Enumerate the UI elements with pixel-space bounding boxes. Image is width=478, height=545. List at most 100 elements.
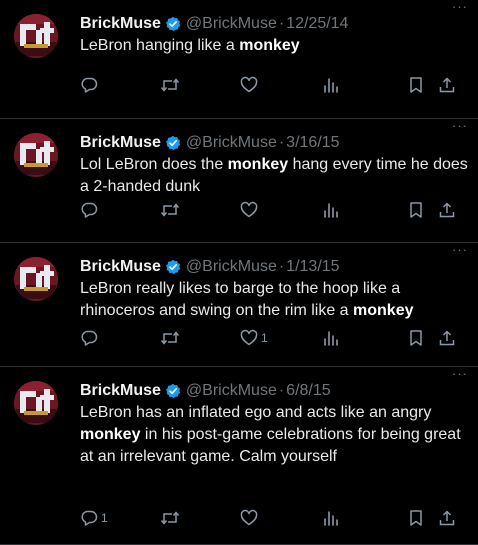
tweet-text-before: LeBron has an inflated ego and acts like… [80,404,432,421]
more-options-icon[interactable]: ··· [452,119,468,133]
avatar[interactable] [14,257,58,301]
avatar[interactable] [14,133,58,177]
bookmark-icon [410,510,422,526]
verified-badge-icon [165,135,181,151]
tweet-text: LeBron has an inflated ego and acts like… [80,402,470,468]
like-icon [240,201,258,218]
display-name[interactable]: BrickMuse [80,258,161,276]
retweet-button[interactable] [160,327,180,349]
user-handle[interactable]: @BrickMuse [186,15,277,33]
tweet[interactable]: BrickMuse @BrickMuse · 6/8/15 ··· LeBron… [0,367,478,545]
display-name[interactable]: BrickMuse [80,134,161,152]
reply-button[interactable] [80,327,101,349]
highlighted-word: monkey [227,156,289,173]
reply-icon [81,330,98,346]
date-separator: · [278,382,285,399]
action-bar: 1 [80,507,470,529]
display-name[interactable]: BrickMuse [80,15,161,33]
reply-icon [81,202,98,218]
user-handle[interactable]: @BrickMuse [186,382,277,400]
highlighted-word: monkey [239,37,300,54]
retweet-button[interactable] [160,507,180,529]
highlighted-word: monkey [353,302,414,319]
share-button[interactable] [438,199,456,221]
tweet-header: BrickMuse @BrickMuse · 12/25/14 [80,13,468,35]
verified-badge-icon [165,259,181,275]
like-icon [240,76,258,93]
tweet[interactable]: BrickMuse @BrickMuse · 1/13/15 ··· LeBro… [0,243,478,367]
reply-button[interactable] [80,199,101,221]
share-icon [439,330,455,346]
retweet-icon [160,511,180,525]
views-icon [324,511,338,526]
share-icon [439,510,455,526]
bookmark-icon [410,330,422,346]
share-icon [439,202,455,218]
views-button[interactable] [323,507,339,529]
bookmark-icon [410,77,422,93]
retweet-icon [160,331,180,345]
more-options-icon[interactable]: ··· [452,243,468,257]
bookmark-button[interactable] [408,74,424,96]
action-bar [80,199,470,221]
retweet-button[interactable] [160,199,180,221]
reply-count: 1 [101,511,108,525]
like-button[interactable]: 1 [240,327,268,349]
date-separator: · [278,15,285,32]
like-button[interactable] [240,199,261,221]
user-handle[interactable]: @BrickMuse [186,258,277,276]
tweet-text: LeBron really likes to barge to the hoop… [80,278,470,322]
tweet-text-before: Lol LeBron does the [80,156,228,173]
tweet-date[interactable]: 6/8/15 [286,382,330,400]
retweet-button[interactable] [160,74,180,96]
share-button[interactable] [438,507,456,529]
share-button[interactable] [438,74,456,96]
tweet-text: LeBron hanging like a monkey [80,35,470,57]
tweet[interactable]: BrickMuse @BrickMuse · 12/25/14 ··· LeBr… [0,0,478,119]
bookmark-button[interactable] [408,507,424,529]
avatar[interactable] [14,381,58,425]
tweet-date[interactable]: 1/13/15 [286,258,339,276]
like-icon [240,329,258,346]
tweet-date[interactable]: 12/25/14 [286,15,348,33]
views-button[interactable] [323,199,339,221]
display-name[interactable]: BrickMuse [80,382,161,400]
action-bar: 1 [80,327,470,349]
retweet-icon [160,78,180,92]
tweet-text: Lol LeBron does the monkey hang every ti… [80,154,470,198]
views-button[interactable] [323,327,339,349]
reply-button[interactable] [80,74,101,96]
reply-icon [81,510,98,526]
more-options-icon[interactable]: ··· [452,367,468,381]
like-icon [240,509,258,526]
tweet[interactable]: BrickMuse @BrickMuse · 3/16/15 ··· Lol L… [0,119,478,243]
date-separator: · [278,258,285,275]
avatar[interactable] [14,14,58,58]
date-separator: · [278,134,285,151]
like-button[interactable] [240,507,261,529]
share-button[interactable] [438,327,456,349]
like-button[interactable] [240,74,261,96]
reply-button[interactable]: 1 [80,507,108,529]
more-options-icon[interactable]: ··· [452,0,468,14]
views-icon [324,203,338,218]
action-bar [80,74,470,96]
tweet-date[interactable]: 3/16/15 [286,134,339,152]
bookmark-button[interactable] [408,327,424,349]
tweet-header: BrickMuse @BrickMuse · 6/8/15 [80,380,468,402]
share-icon [439,77,455,93]
highlighted-word: monkey [80,426,141,443]
views-button[interactable] [323,74,339,96]
tweet-header: BrickMuse @BrickMuse · 3/16/15 [80,132,468,154]
verified-badge-icon [165,383,181,399]
user-handle[interactable]: @BrickMuse [186,134,277,152]
tweet-header: BrickMuse @BrickMuse · 1/13/15 [80,256,468,278]
retweet-icon [160,203,180,217]
tweet-feed: BrickMuse @BrickMuse · 12/25/14 ··· LeBr… [0,0,478,545]
verified-badge-icon [165,16,181,32]
bookmark-button[interactable] [408,199,424,221]
views-icon [324,78,338,93]
like-count: 1 [261,331,268,345]
views-icon [324,331,338,346]
tweet-text-before: LeBron hanging like a [80,37,240,54]
